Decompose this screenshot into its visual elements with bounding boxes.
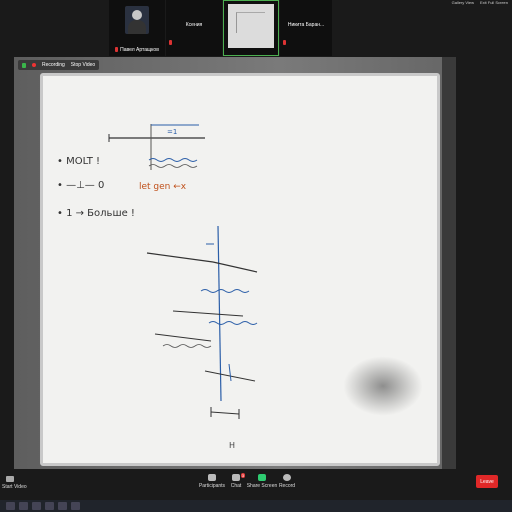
orange-annotation: let gen ←x: [139, 182, 187, 192]
mic-muted-icon: [283, 34, 288, 52]
participant-name-row: Никита Баран...: [280, 22, 332, 28]
whiteboard: • MOLT ! • —⊥— 0 • 1 → Больше ! =1 let g…: [40, 73, 440, 466]
note-line-3: • 1 → Больше !: [57, 208, 135, 219]
participant-name-row: Павел Артащков: [109, 47, 165, 53]
chat-label: Chat: [230, 483, 242, 489]
avatar-body: [128, 20, 146, 34]
meeting-toolbar: Start Video Participants 3 Chat Share Sc…: [0, 470, 512, 500]
start-video-control[interactable]: Start Video: [2, 472, 27, 490]
avatar-head: [132, 10, 142, 20]
start-video-label: Start Video: [2, 484, 27, 490]
participant-tile-3-active[interactable]: [223, 0, 279, 56]
main-video: Recording Stop Video • MOLT ! • —⊥— 0 • …: [14, 57, 456, 469]
shield-icon: [22, 62, 26, 68]
start-icon[interactable]: [6, 502, 15, 510]
app-icon[interactable]: [58, 502, 67, 510]
chat-icon: [232, 474, 240, 481]
note-line-2: • —⊥— 0: [57, 180, 104, 191]
view-controls: Gallery View Exit Full Screen: [452, 0, 508, 5]
participant-name-row: Ксения: [166, 22, 222, 28]
mic-muted-icon: [169, 34, 174, 52]
participant-tile-2[interactable]: Ксения: [166, 0, 222, 56]
app-icon[interactable]: [32, 502, 41, 510]
participant-name: Ксения: [185, 22, 203, 28]
room-edge: [442, 57, 456, 469]
share-screen-icon: [258, 474, 266, 481]
participants-icon: [208, 474, 216, 481]
eraser-smudge: [343, 356, 423, 416]
taskbar-apps: [6, 502, 80, 510]
record-label: Record: [278, 483, 296, 489]
gallery-view-button[interactable]: Gallery View: [452, 0, 474, 5]
recording-dot-icon: [32, 63, 36, 67]
participant-name: Павел Артащков: [120, 47, 159, 53]
chat-badge: 3: [240, 473, 245, 478]
participant-tile-1[interactable]: Павел Артащков: [109, 0, 165, 56]
record-button[interactable]: Record: [272, 474, 302, 489]
bottom-mark: H: [229, 441, 235, 450]
app-icon[interactable]: [45, 502, 54, 510]
eq-annotation: =1: [167, 128, 177, 136]
record-icon: [283, 474, 291, 481]
exit-full-screen-button[interactable]: Exit Full Screen: [480, 0, 508, 5]
participant-avatar: [125, 6, 149, 34]
note-line-1: • MOLT !: [57, 156, 100, 167]
mini-whiteboard-video: [228, 4, 274, 48]
app-icon[interactable]: [71, 502, 80, 510]
participant-tile-4[interactable]: Никита Баран...: [280, 0, 332, 56]
leave-button[interactable]: Leave: [476, 475, 498, 488]
participant-name: Никита Баран...: [287, 22, 325, 28]
video-camera-icon: [6, 476, 14, 482]
recording-banner: Recording Stop Video: [18, 60, 100, 70]
mic-muted-icon: [115, 47, 119, 53]
os-taskbar: [0, 500, 512, 512]
recording-label[interactable]: Recording: [42, 62, 65, 68]
search-icon[interactable]: [19, 502, 28, 510]
stop-video-label[interactable]: Stop Video: [71, 62, 95, 68]
participant-strip: Павел Артащков Ксения Никита Баран... Ga…: [0, 0, 512, 56]
